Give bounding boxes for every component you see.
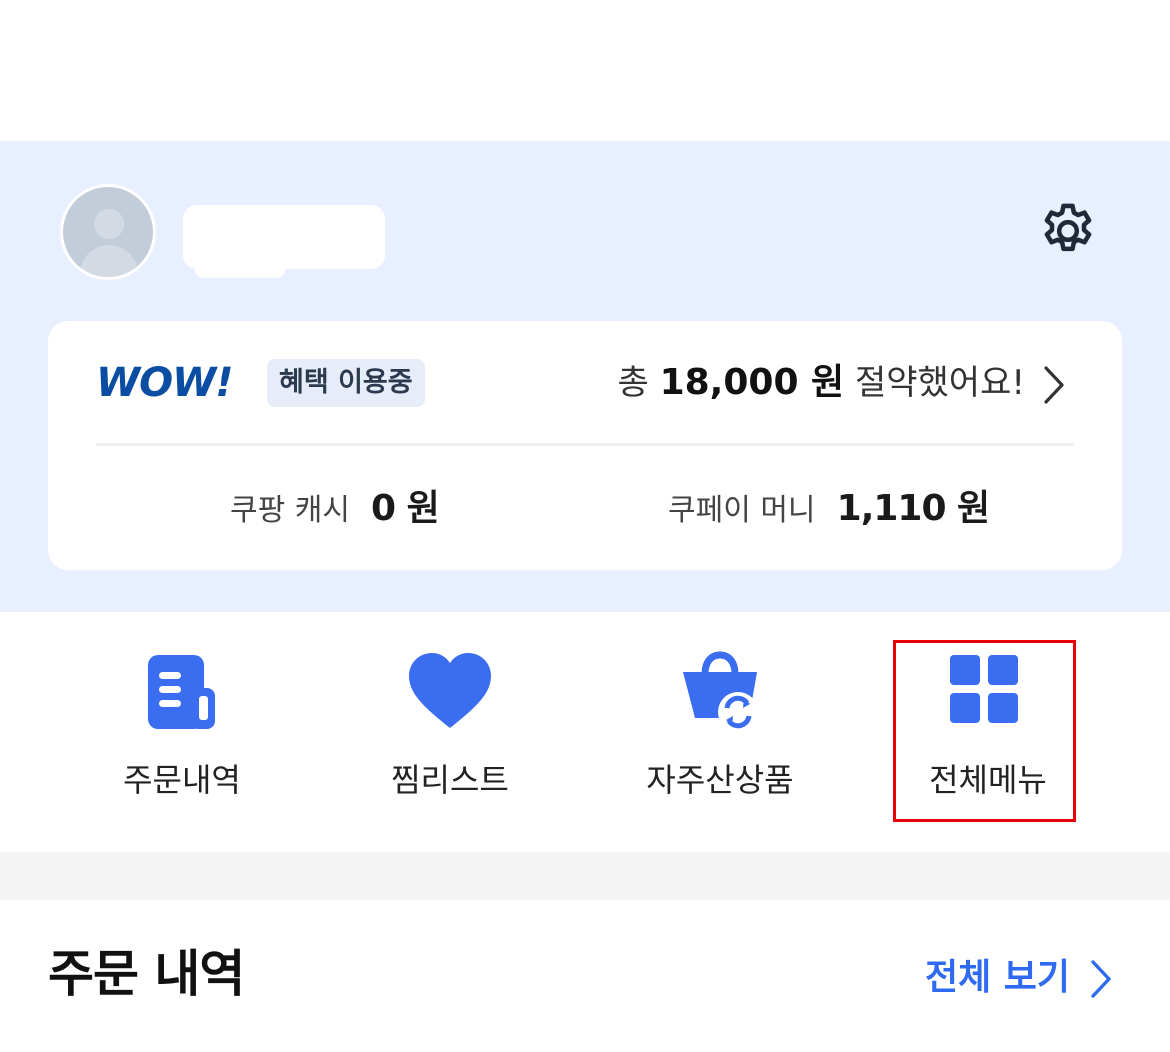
savings-summary[interactable]: 총 18,000 원 절약했어요! [617,355,1025,411]
coupay-money[interactable]: 쿠페이 머니 1,110 원 [668,482,991,536]
gear-icon[interactable] [1036,199,1100,263]
card-divider [96,443,1074,446]
shortcut-wishlist[interactable]: 찜리스트 [360,648,540,808]
heart-icon [409,653,491,728]
pay-value: 1,110 원 [836,488,991,529]
shortcut-label: 주문내역 [123,761,241,799]
shortcut-frequent[interactable]: 자주산상품 [630,648,810,808]
wow-logo: WOW! [96,360,233,406]
avatar-body-shape [80,245,138,277]
top-bar [0,0,1170,141]
user-name-redacted-extra [195,250,285,278]
chevron-right-icon[interactable] [1087,958,1115,1000]
view-all-link[interactable]: 전체 보기 [925,950,1110,1006]
savings-prefix: 총 [617,363,649,403]
avatar[interactable] [60,184,156,280]
selection-highlight-box [893,640,1076,822]
avatar-head-shape [94,209,124,239]
shortcut-orders[interactable]: 주문내역 [92,648,272,808]
savings-suffix: 절약했어요! [854,363,1025,403]
savings-amount: 18,000 원 [659,362,845,403]
shortcut-label: 자주산상품 [646,761,794,799]
cash-value: 0 원 [371,488,440,529]
wow-benefit-badge: 혜택 이용중 [267,359,425,407]
pay-label: 쿠페이 머니 [668,493,816,528]
receipt-icon [148,655,215,729]
coupang-cash[interactable]: 쿠팡 캐시 0 원 [230,482,440,536]
repurchase-basket-icon [683,651,758,732]
orders-section-title: 주문 내역 [48,945,245,1003]
chevron-right-icon[interactable] [1040,364,1068,406]
section-gap [0,852,1170,900]
cash-label: 쿠팡 캐시 [230,493,350,528]
shortcut-label: 찜리스트 [391,761,509,799]
